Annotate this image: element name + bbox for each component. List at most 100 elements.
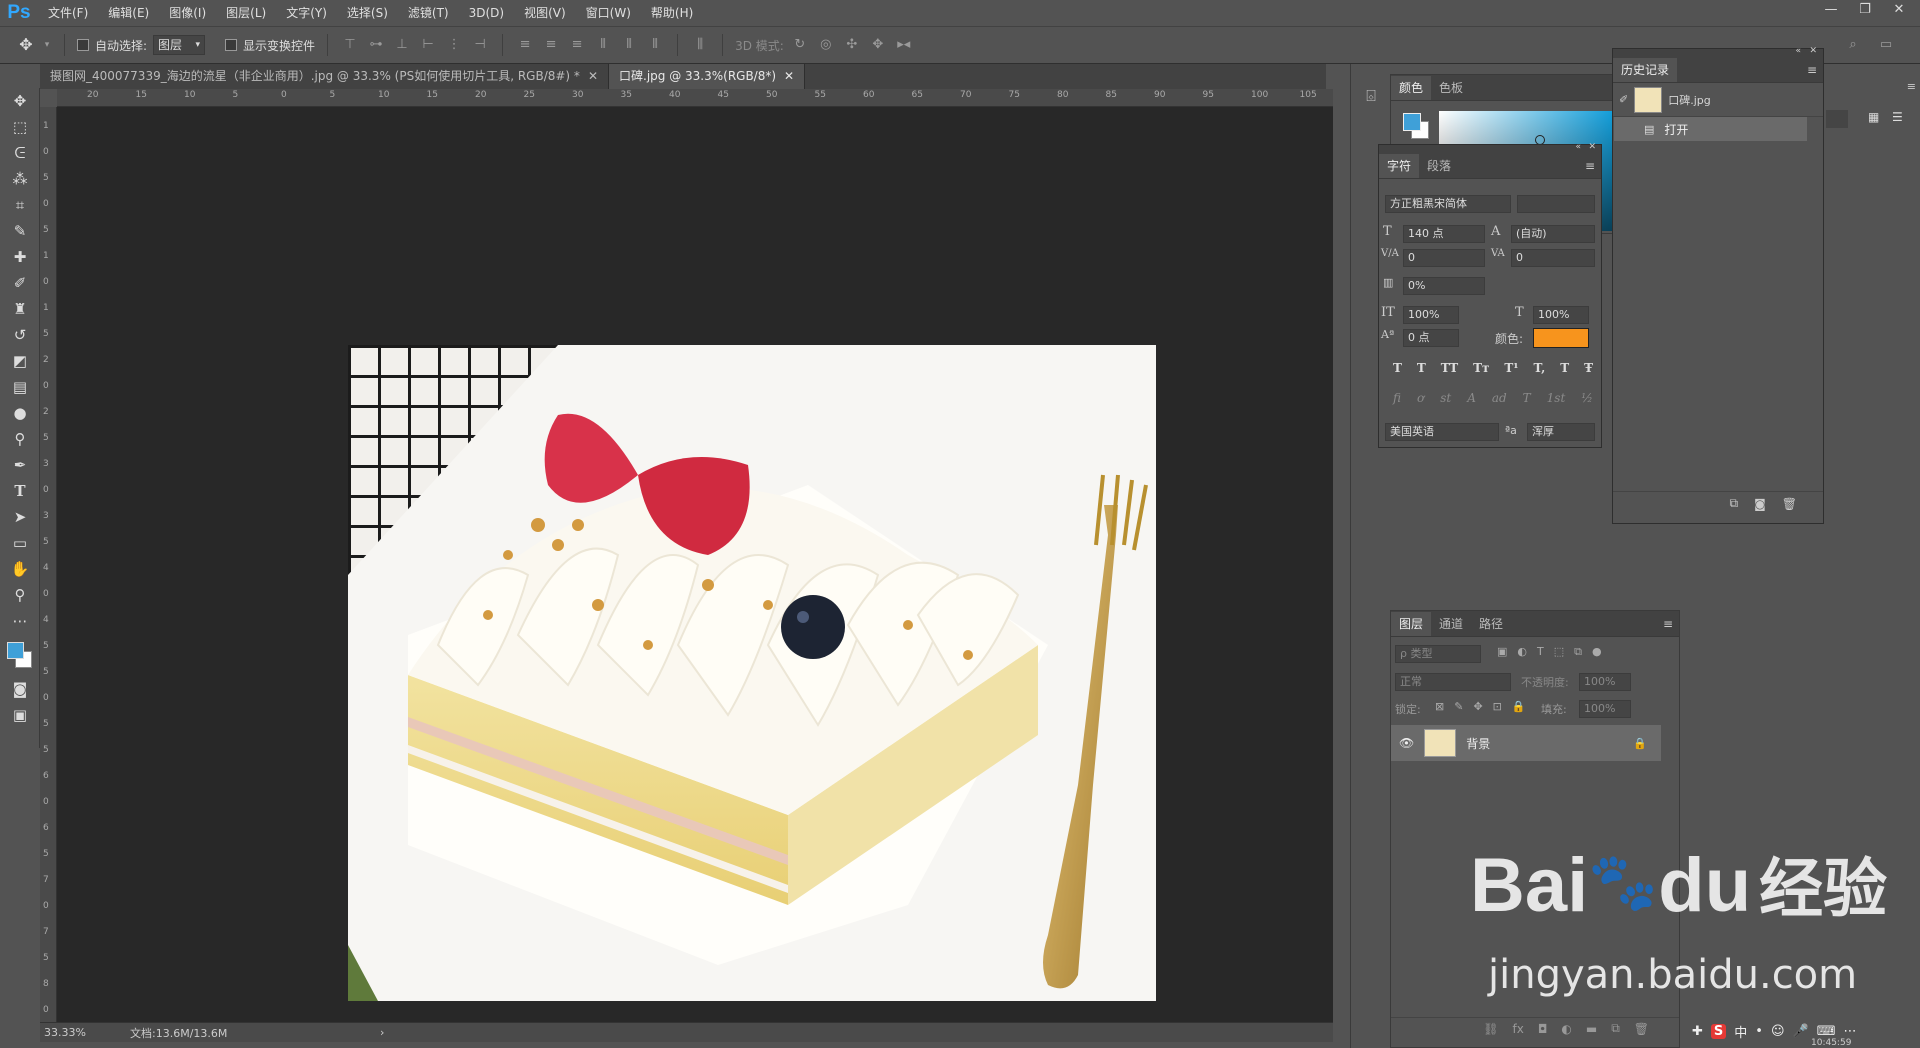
delete-layer-icon[interactable]: 🗑 — [1634, 1022, 1649, 1036]
adjustment-layer-icon[interactable]: ◐ — [1561, 1022, 1571, 1036]
tab-history[interactable]: 历史记录 — [1613, 57, 1678, 82]
move-tool-icon[interactable]: ✥ — [16, 35, 36, 55]
menu-item-10[interactable]: 帮助(H) — [641, 0, 703, 26]
character-panel-icon[interactable]: ⌺ — [1359, 86, 1383, 110]
screen-mode-icon[interactable]: ▣ — [0, 702, 40, 728]
sogou-icon[interactable]: S — [1710, 1023, 1727, 1039]
input-language[interactable]: 中 — [1734, 1022, 1747, 1041]
ruler-vertical[interactable]: 10505101520253035404550556065707580 — [40, 107, 57, 1022]
layer-filter-select[interactable]: ρ 类型 — [1395, 645, 1481, 663]
opentype-button-5[interactable]: T — [1523, 391, 1531, 405]
filter-adjust-icon[interactable]: ◐ — [1517, 645, 1527, 659]
opentype-button-2[interactable]: st — [1440, 391, 1451, 405]
type-style-button-4[interactable]: T¹ — [1504, 361, 1518, 375]
add-icon[interactable]: ✚ — [1692, 1024, 1703, 1039]
mic-icon[interactable]: 🎤 — [1793, 1024, 1809, 1039]
menu-item-6[interactable]: 滤镜(T) — [398, 0, 459, 26]
menu-item-3[interactable]: 图层(L) — [216, 0, 276, 26]
type-tool-icon[interactable]: T — [0, 478, 40, 504]
type-style-button-7[interactable]: Ŧ — [1584, 361, 1593, 375]
leading-field[interactable]: (自动) — [1511, 225, 1595, 243]
opentype-button-0[interactable]: ﬁ — [1393, 391, 1401, 405]
ruler-horizontal[interactable]: 20 15 10 5 0 5 10 15 20 25 30 35 40 45 50 55 60 65 70 75 80 8… — [57, 89, 1333, 107]
menu-item-7[interactable]: 3D(D) — [459, 0, 514, 26]
align-top-icon[interactable]: ⊤ — [340, 35, 360, 55]
menu-item-5[interactable]: 选择(S) — [337, 0, 398, 26]
tab-document-2[interactable]: 口碑.jpg @ 33.3%(RGB/8*) ✕ — [609, 64, 806, 89]
list-view-icon[interactable]: ☰ — [1892, 110, 1903, 124]
kerning-field[interactable]: 0 — [1403, 249, 1485, 267]
distribute-right-icon[interactable]: ⦀ — [645, 35, 665, 55]
trash-icon[interactable]: 🗑 — [1782, 497, 1797, 511]
distribute-top-icon[interactable]: ≡ — [515, 35, 535, 55]
visibility-eye-icon[interactable]: 👁 — [1399, 736, 1414, 750]
minimize-button[interactable]: — — [1817, 0, 1845, 20]
camera-icon[interactable]: ◙ — [1754, 497, 1766, 511]
move-tool-icon[interactable]: ✥ — [0, 88, 40, 114]
3d-scale-icon[interactable]: ▸◂ — [894, 35, 914, 55]
type-style-button-6[interactable]: T — [1560, 361, 1569, 375]
hand-tool-icon[interactable]: ✋ — [0, 556, 40, 582]
language-select[interactable]: 美国英语 — [1385, 423, 1499, 441]
tray-menu-icon[interactable]: ⋯ — [1843, 1024, 1856, 1039]
menu-item-0[interactable]: 文件(F) — [38, 0, 98, 26]
align-hcenter-icon[interactable]: ⋮ — [444, 35, 464, 55]
tab-channels[interactable]: 通道 — [1431, 612, 1471, 636]
collapse-icon[interactable]: « — [1575, 142, 1581, 152]
menu-item-9[interactable]: 窗口(W) — [576, 0, 641, 26]
menu-item-8[interactable]: 视图(V) — [514, 0, 576, 26]
add-mask-icon[interactable]: ◘ — [1538, 1022, 1548, 1036]
opentype-button-1[interactable]: ơ — [1417, 391, 1424, 405]
quick-mask-icon[interactable]: ◙ — [0, 676, 40, 702]
tab-paths[interactable]: 路径 — [1471, 612, 1511, 636]
tab-layers[interactable]: 图层 — [1391, 611, 1432, 636]
auto-align-icon[interactable]: ⫼ — [690, 35, 710, 55]
layer-row-background[interactable]: 👁 背景 🔒 — [1391, 725, 1661, 761]
type-style-button-1[interactable]: T — [1417, 361, 1426, 375]
tab-color[interactable]: 颜色 — [1391, 75, 1432, 100]
distribute-left-icon[interactable]: ⦀ — [593, 35, 613, 55]
lasso-tool-icon[interactable]: ᕮ — [0, 140, 40, 166]
restore-button[interactable]: ❐ — [1851, 0, 1879, 20]
panel-menu-icon[interactable]: ≡ — [1585, 159, 1595, 173]
horizontal-scale-field[interactable]: 100% — [1533, 306, 1589, 324]
history-brush-icon[interactable]: ✐ — [1619, 93, 1628, 106]
tracking-field[interactable]: 0 — [1511, 249, 1595, 267]
align-left-icon[interactable]: ⊢ — [418, 35, 438, 55]
close-window-button[interactable]: ✕ — [1885, 0, 1913, 20]
lock-artboard-icon[interactable]: ⊡ — [1493, 700, 1502, 713]
canvas-area[interactable] — [57, 107, 1333, 1022]
path-select-tool-icon[interactable]: ➤ — [0, 504, 40, 530]
search-icon[interactable]: ⌕ — [1843, 35, 1863, 55]
workspace-icon[interactable]: ▭ — [1876, 35, 1896, 55]
brush-tool-icon[interactable]: ✐ — [0, 270, 40, 296]
blend-mode-select[interactable]: 正常 — [1395, 673, 1511, 691]
3d-orbit-icon[interactable]: ↻ — [790, 35, 810, 55]
auto-select-dropdown[interactable]: 图层 ▾ — [153, 35, 206, 55]
more-tools-icon[interactable]: ⋯ — [0, 608, 40, 634]
color-swatches[interactable] — [0, 634, 40, 676]
healing-tool-icon[interactable]: ✚ — [0, 244, 40, 270]
distribute-hcenter-icon[interactable]: ⦀ — [619, 35, 639, 55]
pen-tool-icon[interactable]: ✒ — [0, 452, 40, 478]
filter-shape-icon[interactable]: ⬚ — [1554, 645, 1564, 659]
close-panel-icon[interactable]: ✕ — [1809, 46, 1817, 56]
crop-tool-icon[interactable]: ⌗ — [0, 192, 40, 218]
layer-lock-icon[interactable]: 🔒 — [1633, 737, 1647, 750]
foreground-color-swatch[interactable] — [7, 642, 24, 659]
stamp-tool-icon[interactable]: ♜ — [0, 296, 40, 322]
tab-swatches[interactable]: 色板 — [1431, 76, 1471, 100]
shape-tool-icon[interactable]: ▭ — [0, 530, 40, 556]
panel-menu-icon[interactable]: ≡ — [1907, 80, 1916, 93]
menu-item-2[interactable]: 图像(I) — [159, 0, 216, 26]
zoom-level[interactable]: 33.33% — [44, 1026, 114, 1039]
link-layers-icon[interactable]: ⛓ — [1483, 1022, 1498, 1036]
lock-all-icon[interactable]: 🔒 — [1512, 700, 1526, 713]
opacity-field[interactable]: 100% — [1579, 673, 1631, 691]
panel-menu-icon[interactable]: ≡ — [1663, 617, 1673, 631]
3d-roll-icon[interactable]: ◎ — [816, 35, 836, 55]
new-document-from-state-icon[interactable]: ⧉ — [1730, 496, 1739, 511]
eyedropper-tool-icon[interactable]: ✎ — [0, 218, 40, 244]
filter-smart-icon[interactable]: ⧉ — [1574, 645, 1582, 659]
menu-item-4[interactable]: 文字(Y) — [276, 0, 337, 26]
